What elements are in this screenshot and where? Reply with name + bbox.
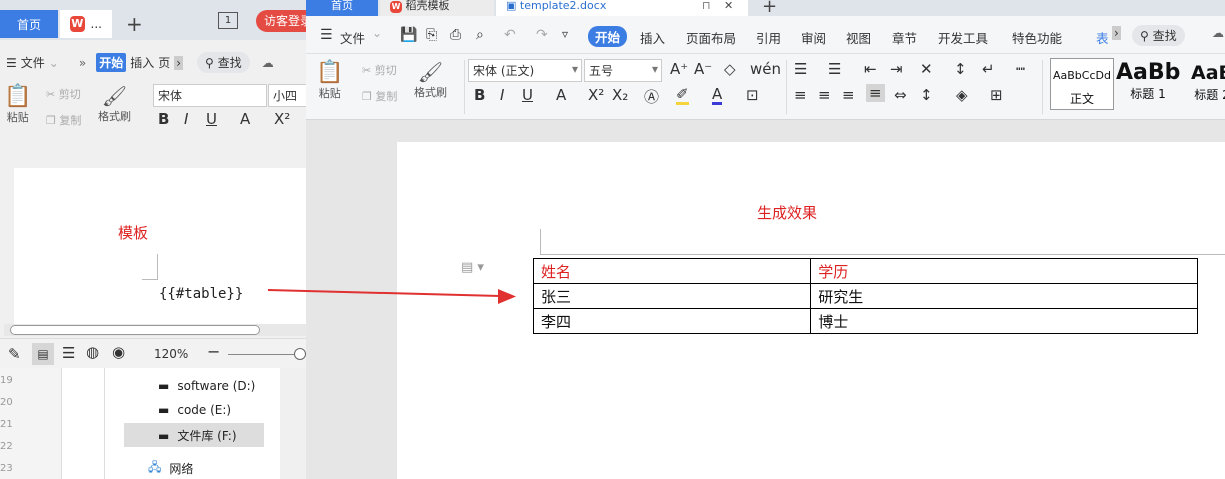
annotation-arrow bbox=[267, 289, 516, 304]
arrow-head bbox=[498, 289, 516, 304]
arrow-shaft bbox=[267, 289, 501, 297]
